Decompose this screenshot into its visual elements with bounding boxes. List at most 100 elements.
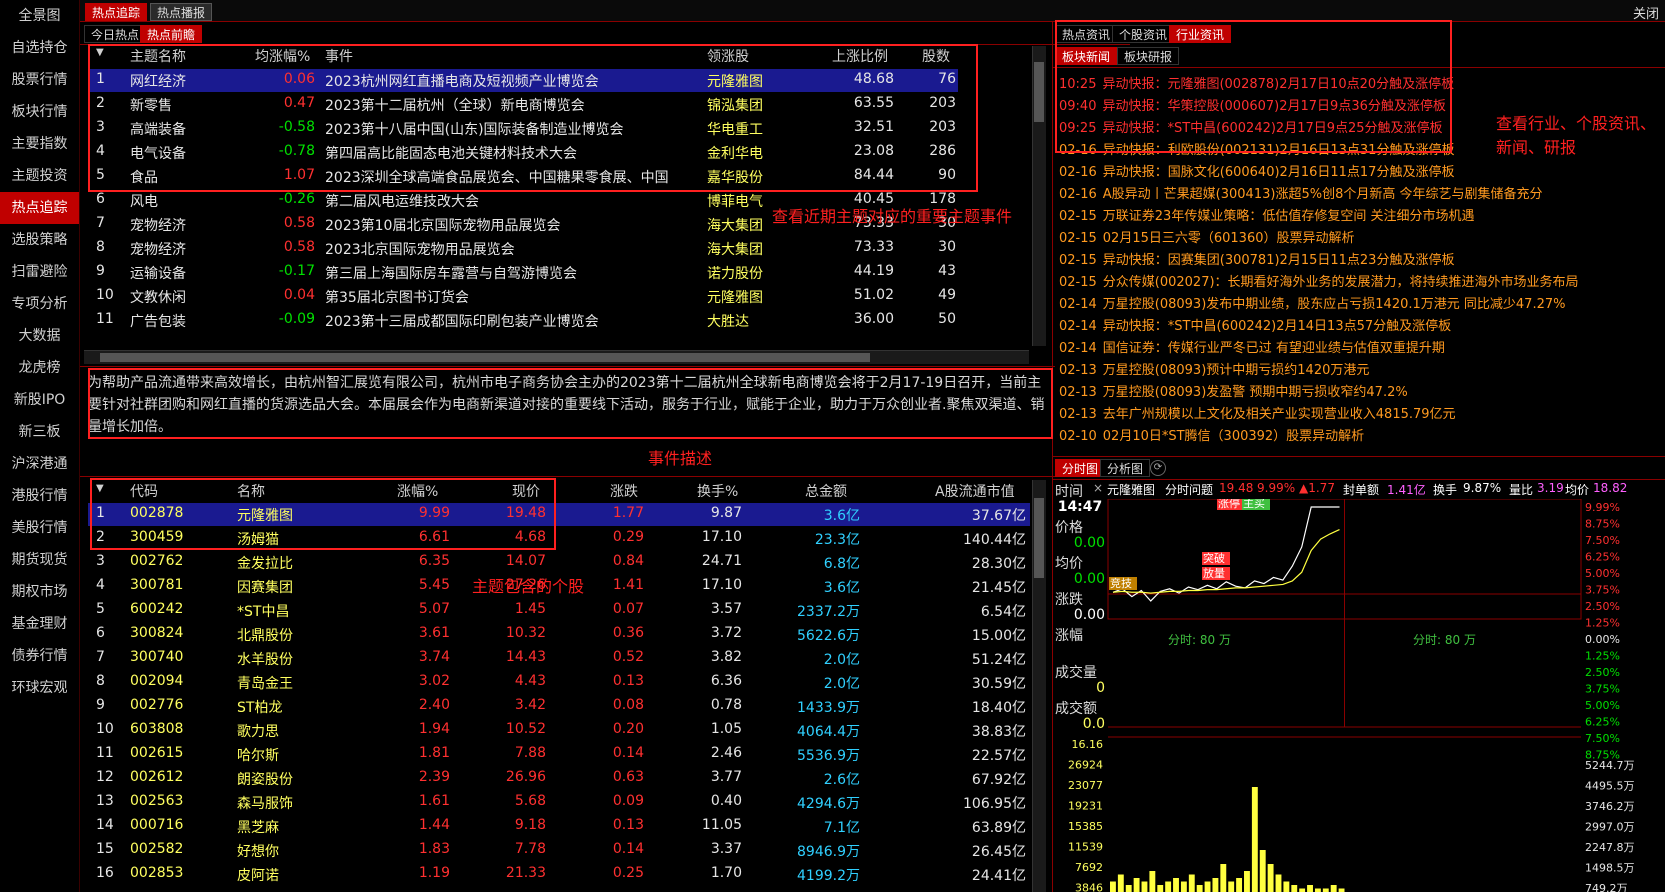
theme-hscroll-thumb[interactable] — [100, 353, 870, 362]
stock-name[interactable]: 歌力思 — [237, 721, 279, 741]
col-change[interactable]: 涨跌 — [610, 481, 638, 501]
stock-name[interactable]: 水羊股份 — [237, 649, 293, 669]
nav-item-21[interactable]: 环球宏观 — [0, 672, 79, 704]
stock-code[interactable]: 300781 — [130, 577, 183, 593]
stock-name[interactable]: 青岛金王 — [237, 673, 293, 693]
stock-code[interactable]: 002582 — [130, 841, 183, 857]
nav-item-3[interactable]: 板块行情 — [0, 96, 79, 128]
stock-market-cap: 18.40亿 — [971, 700, 1026, 716]
stock-vscroll-thumb[interactable] — [1034, 498, 1044, 578]
stock-code[interactable]: 300740 — [130, 649, 183, 665]
stock-name[interactable]: 北鼎股份 — [237, 625, 293, 645]
nav-item-5[interactable]: 主题投资 — [0, 160, 79, 192]
nav-item-14[interactable]: 沪深港通 — [0, 448, 79, 480]
news-item[interactable]: 02-14 国信证券：传媒行业严冬已过 有望迎业绩与估值双重提升期 — [1059, 337, 1659, 356]
news-item[interactable]: 02-15 异动快报：因赛集团(300781)2月15日11点23分触及涨停板 — [1059, 249, 1659, 268]
col-amount[interactable]: 总金额 — [805, 481, 847, 501]
nav-item-0[interactable]: 全景图 — [0, 0, 79, 32]
theme-vscroll-thumb[interactable] — [1034, 62, 1044, 122]
theme-name[interactable]: 广告包装 — [130, 311, 186, 331]
nav-item-15[interactable]: 港股行情 — [0, 480, 79, 512]
row-number: 6 — [96, 625, 105, 641]
news-item[interactable]: 02-15 分众传媒(002027)：长期看好海外业务的发展潜力，将持续推进海外市… — [1059, 271, 1659, 290]
nav-item-17[interactable]: 期货现货 — [0, 544, 79, 576]
theme-name[interactable]: 文教休闲 — [130, 287, 186, 307]
stock-name[interactable]: 好想你 — [237, 841, 279, 861]
nav-item-7[interactable]: 选股策略 — [0, 224, 79, 256]
nav-item-6[interactable]: 热点追踪 — [0, 192, 79, 224]
news-item[interactable]: 02-13 去年广州规模以上文化及相关产业实现营业收入4815.79亿元 — [1059, 403, 1659, 422]
stock-name[interactable]: *ST中昌 — [237, 601, 289, 621]
close-button[interactable]: 关闭 — [1633, 3, 1659, 22]
close-icon[interactable]: × — [1093, 481, 1103, 495]
theme-name[interactable]: 宠物经济 — [130, 215, 186, 235]
theme-event[interactable]: 第二届风电运维技改大会 — [325, 191, 700, 211]
stock-code[interactable]: 002615 — [130, 745, 183, 761]
news-item[interactable]: 02-16 异动快报：国脉文化(600640)2月16日11点17分触及涨停板 — [1059, 161, 1659, 180]
news-date: 02-13 — [1059, 385, 1097, 400]
theme-name[interactable]: 风电 — [130, 191, 158, 211]
stock-name[interactable]: 朗姿股份 — [237, 769, 293, 789]
news-item[interactable]: 02-14 异动快报：*ST中昌(600242)2月14日13点57分触及涨停板 — [1059, 315, 1659, 334]
theme-event[interactable]: 第35届北京图书订货会 — [325, 287, 700, 307]
news-item[interactable]: 02-15 02月15日三六零（601360）股票异动解析 — [1059, 227, 1659, 246]
col-turnover[interactable]: 换手% — [697, 481, 738, 501]
refresh-icon[interactable]: ⟳ — [1150, 460, 1166, 476]
theme-event[interactable]: 2023第10届北京国际宠物用品展览会 — [325, 215, 700, 235]
stock-code[interactable]: 002094 — [130, 673, 183, 689]
tab-intraday-chart[interactable]: 分时图 — [1055, 459, 1106, 477]
nav-item-11[interactable]: 龙虎榜 — [0, 352, 79, 384]
nav-item-13[interactable]: 新三板 — [0, 416, 79, 448]
nav-item-2[interactable]: 股票行情 — [0, 64, 79, 96]
news-item[interactable]: 02-13 万星控股(08093)发盈警 预期中期亏损收窄约47.2% — [1059, 381, 1659, 400]
stock-price: 10.32 — [505, 625, 546, 641]
nav-item-10[interactable]: 大数据 — [0, 320, 79, 352]
stock-name[interactable]: ST柏龙 — [237, 697, 282, 717]
stock-code[interactable]: 002762 — [130, 553, 183, 569]
stock-code[interactable]: 300824 — [130, 625, 183, 641]
col-market-cap[interactable]: A股流通市值 — [935, 481, 1015, 501]
nav-item-9[interactable]: 专项分析 — [0, 288, 79, 320]
news-item[interactable]: 02-10 02月10日*ST腾信（300392）股票异动解析 — [1059, 425, 1659, 444]
nav-item-4[interactable]: 主要指数 — [0, 128, 79, 160]
tab-hot-broadcast[interactable]: 热点播报 — [150, 3, 213, 21]
stock-name[interactable]: 金发拉比 — [237, 553, 293, 573]
stock-market-cap: 38.83亿 — [971, 724, 1026, 740]
stock-code[interactable]: 000716 — [130, 817, 183, 833]
tab-hot-preview[interactable]: 热点前瞻 — [140, 25, 203, 43]
news-item[interactable]: 02-13 万星控股(08093)预计中期亏损约1420万港元 — [1059, 359, 1659, 378]
intraday-chart[interactable]: 9.99% 8.75% 7.50% 6.25% 5.00% 3.75% 2.50% 1.25%… — [1053, 499, 1665, 892]
tab-today-hot[interactable]: 今日热点 — [84, 25, 147, 43]
stock-price: 4.43 — [514, 673, 546, 689]
stock-name[interactable]: 森马服饰 — [237, 793, 293, 813]
theme-event[interactable]: 第三届上海国际房车露营与自驾游博览会 — [325, 263, 700, 283]
theme-name[interactable]: 运输设备 — [130, 263, 186, 283]
nav-item-16[interactable]: 美股行情 — [0, 512, 79, 544]
stock-code[interactable]: 603808 — [130, 721, 183, 737]
nav-item-20[interactable]: 债券行情 — [0, 640, 79, 672]
theme-event[interactable]: 2023北京国际宠物用品展览会 — [325, 239, 700, 259]
stock-code[interactable]: 002776 — [130, 697, 183, 713]
nav-item-1[interactable]: 自选持仓 — [0, 32, 79, 64]
nav-item-18[interactable]: 期权市场 — [0, 576, 79, 608]
stock-code[interactable]: 002563 — [130, 793, 183, 809]
stock-code[interactable]: 600242 — [130, 601, 183, 617]
stock-name[interactable]: 哈尔斯 — [237, 745, 279, 765]
tab-analysis-chart[interactable]: 分析图 — [1100, 459, 1151, 477]
nav-item-12[interactable]: 新股IPO — [0, 384, 79, 416]
stock-code[interactable]: 002853 — [130, 865, 183, 881]
news-item[interactable]: 02-15 万联证券23年传媒业策略：低估值存修复空间 关注细分市场机遇 — [1059, 205, 1659, 224]
stock-name[interactable]: 黑芝麻 — [237, 817, 279, 837]
tab-hot-tracking[interactable]: 热点追踪 — [85, 3, 148, 21]
nav-item-19[interactable]: 基金理财 — [0, 608, 79, 640]
nav-item-8[interactable]: 扫雷避险 — [0, 256, 79, 288]
stock-code[interactable]: 002612 — [130, 769, 183, 785]
stock-name[interactable]: 因赛集团 — [237, 577, 293, 597]
volume-right-tick: 3746.2万 — [1585, 800, 1635, 813]
seal-label: 封单额 — [1343, 483, 1380, 497]
stock-name[interactable]: 皮阿诺 — [237, 865, 279, 885]
news-item[interactable]: 02-14 万星控股(08093)发布中期业绩，股东应占亏损1420.1万港元 同… — [1059, 293, 1659, 312]
theme-event[interactable]: 2023第十三届成都国际印刷包装产业博览会 — [325, 311, 700, 331]
theme-name[interactable]: 宠物经济 — [130, 239, 186, 259]
news-item[interactable]: 02-16 A股异动丨芒果超媒(300413)涨超5%创8个月新高 今年综艺与剧集… — [1059, 183, 1659, 202]
